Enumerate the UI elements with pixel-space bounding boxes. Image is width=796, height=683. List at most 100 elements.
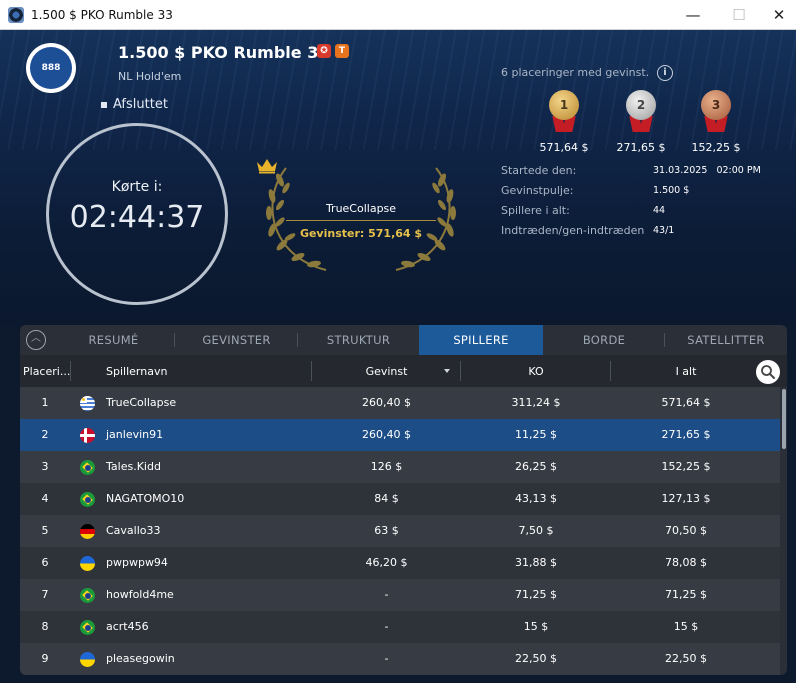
table-row[interactable]: 3 Tales.Kidd 126 $ 26,25 $ 152,25 $ xyxy=(20,451,780,483)
search-icon xyxy=(761,365,775,379)
player-rank: 3 xyxy=(41,460,49,473)
player-total: 78,08 $ xyxy=(665,556,707,569)
player-name: howfold4me xyxy=(106,588,174,601)
winner-name: TrueCollapse xyxy=(325,202,397,215)
players-table-body: 1 TrueCollapse 260,40 $ 311,24 $ 571,64 $ 2 ja… xyxy=(20,387,780,675)
collapse-chevron-up-icon[interactable]: ︿ xyxy=(26,330,46,350)
tournament-status: Afsluttet xyxy=(101,97,168,112)
medal-rank: 2 xyxy=(626,90,656,120)
player-name: janlevin91 xyxy=(106,428,164,441)
player-ko: 11,25 $ xyxy=(515,428,557,441)
player-ko: 31,88 $ xyxy=(515,556,557,569)
winner-laurel: TrueCollapse Gevinster: 571,64 $ xyxy=(256,158,466,274)
player-name: pleasegowin xyxy=(106,652,175,665)
sort-down-icon[interactable] xyxy=(444,369,450,373)
clock-label: Kørte i: xyxy=(111,179,163,195)
window-title: 1.500 $ PKO Rumble 33 xyxy=(31,7,173,22)
stat-value-start: 31.03.2025 02:00 PM xyxy=(653,165,761,176)
tab-struktur[interactable]: STRUKTUR xyxy=(298,325,419,355)
player-winnings: - xyxy=(384,620,389,633)
player-rank: 2 xyxy=(41,428,49,441)
info-icon[interactable]: i xyxy=(657,65,673,81)
status-text: Afsluttet xyxy=(113,97,168,112)
player-rank: 5 xyxy=(41,524,49,537)
player-total: 571,64 $ xyxy=(661,396,711,409)
search-button[interactable] xyxy=(756,360,780,384)
winner-winnings: Gevinster: 571,64 $ xyxy=(299,227,423,240)
table-row[interactable]: 6 pwpwpw94 46,20 $ 31,88 $ 78,08 $ xyxy=(20,547,780,579)
silver-medal-icon: 2 xyxy=(625,90,657,134)
player-ko: 71,25 $ xyxy=(515,588,557,601)
game-type: NL Hold'em xyxy=(118,70,182,83)
paid-places-text: 6 placeringer med gevinst. xyxy=(501,66,650,79)
player-rank: 1 xyxy=(41,396,49,409)
table-row[interactable]: 9 pleasegowin - 22,50 $ 22,50 $ xyxy=(20,643,780,675)
stat-value-prizepool: 1.500 $ xyxy=(653,185,690,196)
crown-icon xyxy=(257,159,277,174)
player-total: 22,50 $ xyxy=(665,652,707,665)
flag-ua-icon xyxy=(80,652,95,667)
flag-br-icon xyxy=(80,620,95,635)
col-total[interactable]: I alt xyxy=(611,355,761,387)
col-name[interactable]: Spillernavn xyxy=(71,355,312,387)
table-row[interactable]: 2 janlevin91 260,40 $ 11,25 $ 271,65 $ xyxy=(20,419,780,451)
player-total: 71,25 $ xyxy=(665,588,707,601)
tab-satellitter[interactable]: SATELLITTER xyxy=(665,325,787,355)
tab-spillere[interactable]: SPILLERE xyxy=(419,325,543,355)
flag-uy-icon xyxy=(80,396,95,411)
minimize-button[interactable]: — xyxy=(670,0,716,30)
player-ko: 311,24 $ xyxy=(511,396,561,409)
player-rank: 6 xyxy=(41,556,49,569)
tournament-logo: 888 xyxy=(26,43,76,93)
player-ko: 43,13 $ xyxy=(515,492,557,505)
player-rank: 8 xyxy=(41,620,49,633)
table-row[interactable]: 4 NAGATOMO10 84 $ 43,13 $ 127,13 $ xyxy=(20,483,780,515)
logo-text: 888 xyxy=(41,63,61,73)
table-row[interactable]: 5 Cavallo33 63 $ 7,50 $ 70,50 $ xyxy=(20,515,780,547)
table-row[interactable]: 1 TrueCollapse 260,40 $ 311,24 $ 571,64 $ xyxy=(20,387,780,419)
stat-label-players: Spillere i alt: xyxy=(501,204,570,217)
col-win[interactable]: Gevinst xyxy=(312,355,461,387)
stat-value-entries: 43/1 xyxy=(653,225,675,236)
close-button[interactable]: ✕ xyxy=(756,0,796,30)
players-panel: ︿ RESUMÉ GEVINSTER STRUKTUR SPILLERE BOR… xyxy=(20,325,787,675)
prize-second: 271,65 $ xyxy=(616,141,666,154)
col-place[interactable]: Placeri... xyxy=(20,355,71,387)
winner-divider xyxy=(286,220,436,221)
flag-de-icon xyxy=(80,524,95,539)
stat-label-entries: Indtræden/gen-indtræden xyxy=(501,224,645,237)
prize-first: 571,64 $ xyxy=(539,141,589,154)
player-total: 15 $ xyxy=(673,620,699,633)
flag-br-icon xyxy=(80,460,95,475)
window-titlebar: 1.500 $ PKO Rumble 33 — ☐ ✕ xyxy=(0,0,796,30)
app-icon xyxy=(8,6,24,23)
player-winnings: - xyxy=(384,588,389,601)
player-total: 152,25 $ xyxy=(661,460,711,473)
player-ko: 15 $ xyxy=(523,620,549,633)
tab-borde[interactable]: BORDE xyxy=(543,325,665,355)
col-ko[interactable]: KO xyxy=(461,355,611,387)
table-row[interactable]: 8 acrt456 - 15 $ 15 $ xyxy=(20,611,780,643)
player-name: pwpwpw94 xyxy=(106,556,168,569)
player-name: TrueCollapse xyxy=(106,396,177,409)
player-winnings: 84 $ xyxy=(374,492,399,505)
table-scrollbar[interactable] xyxy=(782,389,786,449)
tab-gevinster[interactable]: GEVINSTER xyxy=(175,325,298,355)
bounty-badge-icon: ✪ xyxy=(317,44,331,58)
flag-br-icon xyxy=(80,588,95,603)
bronze-medal-icon: 3 xyxy=(700,90,732,134)
prize-third: 152,25 $ xyxy=(691,141,741,154)
tab-resume[interactable]: RESUMÉ xyxy=(52,325,175,355)
flag-ua-icon xyxy=(80,556,95,571)
tournament-title: 1.500 $ PKO Rumble 33 xyxy=(118,43,330,62)
gold-medal-icon: 1 xyxy=(548,90,580,134)
clock-time: 02:44:37 xyxy=(69,200,205,235)
table-row[interactable]: 7 howfold4me - 71,25 $ 71,25 $ xyxy=(20,579,780,611)
player-ko: 26,25 $ xyxy=(515,460,557,473)
player-name: NAGATOMO10 xyxy=(106,492,185,505)
player-rank: 9 xyxy=(41,652,49,665)
tab-bar: ︿ RESUMÉ GEVINSTER STRUKTUR SPILLERE BOR… xyxy=(20,325,787,355)
status-square-icon xyxy=(101,101,107,108)
player-total: 127,13 $ xyxy=(661,492,711,505)
player-name: acrt456 xyxy=(106,620,149,633)
